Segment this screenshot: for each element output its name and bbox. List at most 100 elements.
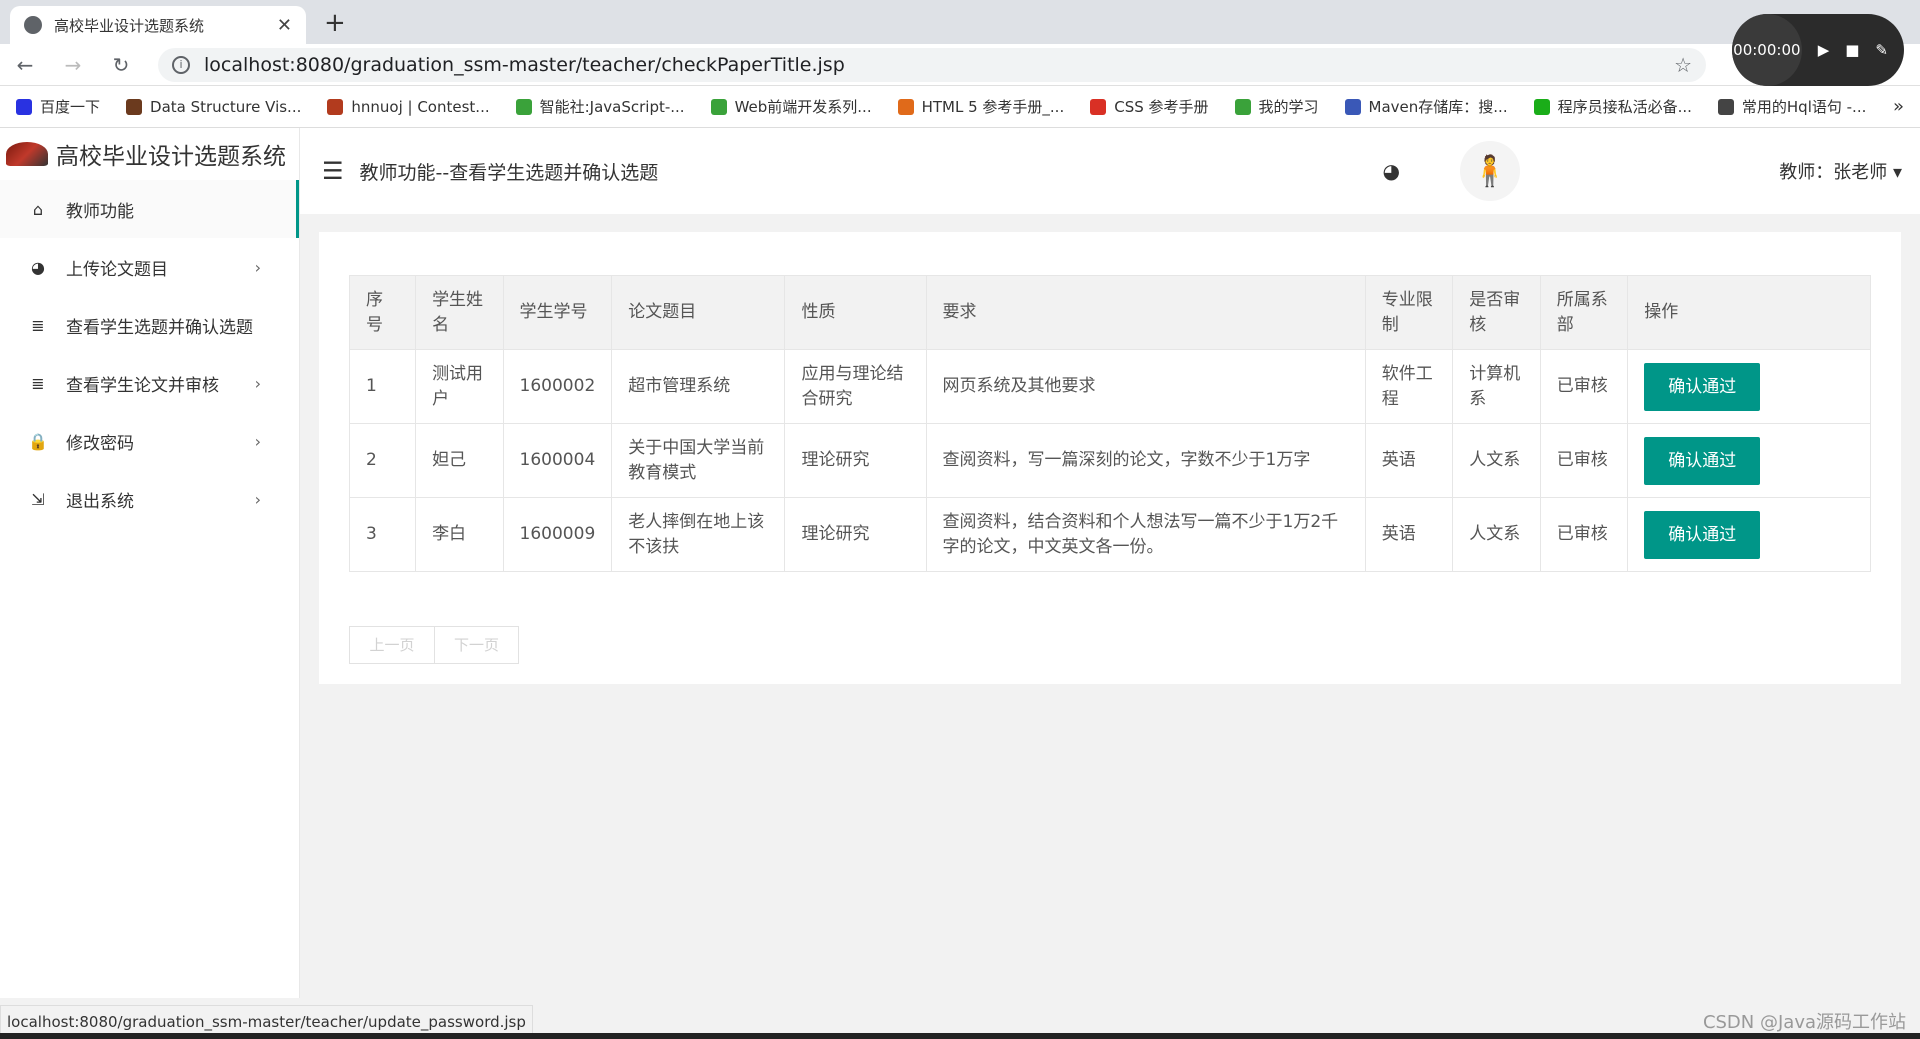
browser-tab[interactable]: 高校毕业设计选题系统 ✕ — [10, 6, 306, 44]
chevron-right-icon: › — [254, 489, 261, 509]
bookmark-item[interactable]: Maven存储库：搜... — [1344, 96, 1508, 117]
tab-title: 高校毕业设计选题系统 — [54, 16, 205, 35]
table-cell: 已审核 — [1539, 349, 1629, 424]
bookmark-label: 百度一下 — [40, 98, 101, 116]
bookmark-icon — [710, 98, 727, 115]
app: 高校毕业设计选题系统 ⌂ 教师功能 ◕ 上传论文题目 › ≣ 查看学生选题并确认选题 ≣ 查看学… — [0, 128, 1920, 1039]
table-cell: 理论研究 — [784, 497, 927, 572]
bookmark-item[interactable]: HTML 5 参考手册_... — [897, 96, 1065, 117]
bookmarks-bar: 百度一下 Data Structure Vis... hnnuoj | Contes… — [0, 86, 1920, 128]
pagination: 上一页 下一页 — [349, 626, 519, 664]
sidebar-item[interactable]: 🔒 修改密码 › — [0, 412, 299, 470]
new-tab-button[interactable]: + — [324, 8, 346, 38]
theme-palette-icon[interactable]: ◕ — [1383, 159, 1400, 183]
table-cell: 已审核 — [1539, 423, 1629, 498]
menu-toggle-icon[interactable]: ☰ — [322, 157, 344, 185]
palette-icon: ◕ — [31, 257, 45, 277]
bookmark-item[interactable]: 常用的Hql语句 -... — [1717, 96, 1866, 117]
more-bookmarks-icon[interactable]: » — [1893, 96, 1904, 117]
bookmark-label: 我的学习 — [1258, 98, 1319, 116]
sidebar-item[interactable]: ≣ 查看学生选题并确认选题 — [0, 296, 299, 354]
screen-recorder: 00:00:00 ▶ ■ ✎ — [1732, 14, 1904, 86]
table-cell: 网页系统及其他要求 — [925, 349, 1366, 424]
table-cell: 1600009 — [502, 497, 613, 572]
table-cell: 应用与理论结合研究 — [784, 349, 927, 424]
info-icon[interactable]: i — [172, 55, 190, 74]
bookmark-icon — [1090, 98, 1107, 115]
bookmark-star-icon[interactable]: ☆ — [1674, 53, 1692, 77]
bookmark-item[interactable]: 智能社:JavaScript-... — [515, 96, 685, 117]
table-cell: 老人摔倒在地上该不该扶 — [611, 497, 786, 572]
user-menu[interactable]: 教师：张老师 ▾ — [1779, 158, 1902, 184]
table-cell: 英语 — [1364, 497, 1454, 572]
bookmark-item[interactable]: hnnuoj | Contest... — [327, 97, 490, 116]
bookmark-item[interactable]: Web前端开发系列... — [710, 96, 872, 117]
table-cell: 人文系 — [1452, 423, 1541, 498]
bookmark-label: HTML 5 参考手册_... — [921, 98, 1065, 116]
table-row: 2 妲己 1600004 关于中国大学当前教育模式 理论研究 查阅资料，写一篇深刻的论文，… — [348, 423, 1871, 498]
bookmark-item[interactable]: CSS 参考手册 — [1090, 96, 1209, 117]
table-cell: 确认通过 — [1627, 349, 1871, 424]
sidebar-item[interactable]: ⌂ 教师功能 — [0, 180, 299, 238]
column-header: 是否审核 — [1452, 275, 1541, 350]
bookmark-icon — [1234, 98, 1251, 115]
column-header: 所属系部 — [1539, 275, 1629, 350]
table-cell: 理论研究 — [784, 423, 927, 498]
table-cell: 软件工程 — [1364, 349, 1454, 424]
list-icon: ≣ — [31, 315, 45, 335]
sidebar-item[interactable]: ⇲ 退出系统 › — [0, 470, 299, 528]
table-cell: 妲己 — [415, 423, 504, 498]
forward-icon[interactable]: → — [62, 53, 84, 77]
bookmark-item[interactable]: 程序员接私活必备... — [1533, 96, 1692, 117]
stop-icon[interactable]: ■ — [1845, 41, 1859, 59]
sidebar-item-label: 退出系统 — [66, 491, 134, 512]
bookmark-icon — [327, 98, 344, 115]
back-icon[interactable]: ← — [14, 53, 36, 77]
bookmark-label: 程序员接私活必备... — [1557, 98, 1692, 116]
bookmark-item[interactable]: 我的学习 — [1234, 96, 1319, 117]
url-field[interactable]: i localhost:8080/graduation_ssm-master/t… — [158, 47, 1706, 82]
confirm-button[interactable]: 确认通过 — [1644, 362, 1761, 411]
table-cell: 超市管理系统 — [611, 349, 786, 424]
app-title: 高校毕业设计选题系统 — [56, 144, 286, 170]
table-cell: 查阅资料，结合资料和个人想法写一篇不少于1万2千字的论文，中文英文各一份。 — [925, 497, 1366, 572]
table-cell: 英语 — [1364, 423, 1454, 498]
topics-table: 序号 学生姓名 学生学号 论文题目 性质 要求 专业限制 是否审核 所属系部 操作 1 测试用户 16… — [348, 275, 1871, 572]
logout-icon: ⇲ — [31, 489, 45, 509]
sidebar-item[interactable]: ≣ 查看学生论文并审核 › — [0, 354, 299, 412]
bookmark-item[interactable]: Data Structure Vis... — [126, 98, 301, 116]
bookmark-label: Web前端开发系列... — [734, 98, 872, 116]
bookmark-item[interactable]: 百度一下 — [16, 96, 100, 117]
pen-icon[interactable]: ✎ — [1875, 41, 1888, 59]
bookmark-label: CSS 参考手册 — [1114, 98, 1209, 116]
table-cell: 已审核 — [1539, 497, 1629, 572]
close-tab-icon[interactable]: ✕ — [277, 15, 292, 36]
prev-page-button[interactable]: 上一页 — [350, 627, 434, 663]
bookmark-icon — [897, 98, 914, 115]
table-cell: 关于中国大学当前教育模式 — [611, 423, 786, 498]
confirm-button[interactable]: 确认通过 — [1644, 510, 1761, 559]
top-bar: ☰ 教师功能--查看学生选题并确认选题 ◕ 🧍 教师：张老师 ▾ — [300, 128, 1920, 214]
table-cell: 1600002 — [502, 349, 613, 424]
url-text: localhost:8080/graduation_ssm-master/tea… — [204, 53, 845, 76]
taskbar — [0, 1033, 1920, 1039]
sidebar-item[interactable]: ◕ 上传论文题目 › — [0, 238, 299, 296]
confirm-button[interactable]: 确认通过 — [1644, 436, 1761, 485]
home-icon: ⌂ — [32, 199, 44, 219]
play-icon[interactable]: ▶ — [1818, 41, 1830, 59]
column-header: 论文题目 — [611, 275, 786, 350]
table-cell: 确认通过 — [1627, 423, 1871, 498]
column-header: 序号 — [348, 275, 417, 350]
sidebar-item-label: 查看学生论文并审核 — [66, 375, 219, 396]
column-header: 专业限制 — [1364, 275, 1454, 350]
chevron-right-icon: › — [254, 431, 261, 451]
app-logo: 高校毕业设计选题系统 — [0, 128, 299, 180]
bookmark-label: 智能社:JavaScript-... — [539, 98, 685, 116]
reload-icon[interactable]: ↻ — [110, 53, 132, 77]
next-page-button[interactable]: 下一页 — [434, 627, 518, 663]
sidebar-menu: ⌂ 教师功能 ◕ 上传论文题目 › ≣ 查看学生选题并确认选题 ≣ 查看学生论文并审核 › 🔒 修改密… — [0, 180, 299, 528]
avatar[interactable]: 🧍 — [1460, 141, 1520, 201]
bookmark-label: hnnuoj | Contest... — [351, 97, 490, 116]
address-bar: ← → ↻ i localhost:8080/graduation_ssm-ma… — [0, 44, 1920, 86]
column-header: 操作 — [1627, 275, 1871, 350]
